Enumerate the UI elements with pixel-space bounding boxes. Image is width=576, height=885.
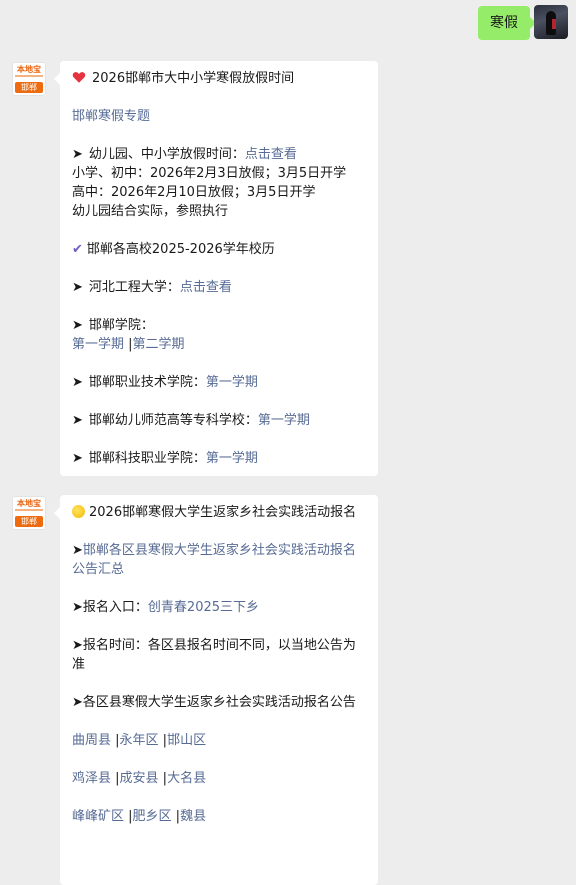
county-link[interactable]: 曲周县 xyxy=(72,733,111,748)
arrow-icon: ➤ xyxy=(72,695,83,710)
tech-college-label: 邯郸科技职业学院： xyxy=(88,451,206,466)
announce-line: ➤各区县寒假大学生返家乡社会实践活动报名公告 xyxy=(72,693,368,712)
arrow-icon: ➤ xyxy=(72,280,83,295)
arrow-icon: ➤ xyxy=(72,375,83,390)
county-link[interactable]: 肥乡区 xyxy=(133,809,172,824)
bot-avatar-brand: 本地宝 xyxy=(17,65,41,74)
bot-avatar-divider xyxy=(15,75,43,77)
county-link[interactable]: 鸡泽县 xyxy=(72,771,111,786)
separator: | xyxy=(124,337,133,352)
card1-title: 2026邯郸市大中小学寒假放假时间 xyxy=(92,71,295,86)
bot-avatar-divider xyxy=(15,509,43,511)
self-message-text: 寒假 xyxy=(490,15,518,31)
arrow-icon: ➤ xyxy=(72,147,83,162)
entry-line: ➤报名入口：创青春2025三下乡 xyxy=(72,598,368,617)
county-row-3: 峰峰矿区 |肥乡区 |魏县 xyxy=(72,807,368,826)
user-avatar[interactable] xyxy=(534,5,568,39)
arrow-icon: ➤ xyxy=(72,318,83,333)
primary-school-line: 小学、初中：2026年2月3日放假；3月5日开学 xyxy=(72,166,347,181)
separator: | xyxy=(158,771,168,786)
hebei-view-link[interactable]: 点击查看 xyxy=(180,280,232,295)
county-link[interactable]: 成安县 xyxy=(120,771,159,786)
entry-label: 报名入口： xyxy=(82,600,148,615)
announce-text: 各区县寒假大学生返家乡社会实践活动报名公告 xyxy=(82,695,356,710)
county-link[interactable]: 魏县 xyxy=(180,809,206,824)
kinder-label: 幼儿园、中小学放假时间： xyxy=(88,147,245,162)
hebei-label: 河北工程大学： xyxy=(88,280,180,295)
card2-title-line: 2026邯郸寒假大学生返家乡社会实践活动报名 xyxy=(72,503,368,522)
vocational-label: 邯郸职业技术学院： xyxy=(88,375,206,390)
tech-college-term-link[interactable]: 第一学期 xyxy=(206,451,258,466)
normal-college-term-link[interactable]: 第一学期 xyxy=(258,413,310,428)
time-line: ➤报名时间：各区县报名时间不同，以当地公告为准 xyxy=(72,636,368,674)
sun-icon xyxy=(72,505,85,518)
message-card-holiday-schedule: 2026邯郸市大中小学寒假放假时间 邯郸寒假专题 ➤ 幼儿园、中小学放假时间：点击… xyxy=(54,61,378,476)
arrow-icon: ➤ xyxy=(72,638,83,653)
vocational-term-link[interactable]: 第一学期 xyxy=(206,375,258,390)
handan-college-label-line: ➤ 邯郸学院： xyxy=(72,316,368,335)
separator: | xyxy=(111,771,120,786)
separator: | xyxy=(158,733,168,748)
county-row-2: 鸡泽县 |成安县 |大名县 xyxy=(72,769,368,788)
county-link[interactable]: 永年区 xyxy=(120,733,159,748)
high-school-line: 高中：2026年2月10日放假；3月5日开学 xyxy=(72,185,316,200)
bot-avatar-city: 邯郸 xyxy=(15,516,43,527)
bot-avatar[interactable]: 本地宝 邯郸 xyxy=(12,62,46,96)
arrow-icon: ➤ xyxy=(72,413,83,428)
vocational-line: ➤ 邯郸职业技术学院：第一学期 xyxy=(72,373,368,392)
check-icon: ✔ xyxy=(72,242,83,257)
separator: | xyxy=(111,733,120,748)
summary-announcement-link[interactable]: 邯郸各区县寒假大学生返家乡社会实践活动报名公告汇总 xyxy=(72,543,356,577)
bot-avatar-brand: 本地宝 xyxy=(17,499,41,508)
kinder-view-link[interactable]: 点击查看 xyxy=(245,147,297,162)
separator: | xyxy=(124,809,133,824)
message-card-social-practice: 2026邯郸寒假大学生返家乡社会实践活动报名 ➤邯郸各区县寒假大学生返家乡社会实… xyxy=(54,495,378,885)
arrow-icon: ➤ xyxy=(72,543,83,558)
calendar-heading-line: ✔ 邯郸各高校2025-2026学年校历 xyxy=(72,240,368,259)
card1-title-line: 2026邯郸市大中小学寒假放假时间 xyxy=(72,69,368,88)
entry-link[interactable]: 创青春2025三下乡 xyxy=(148,600,259,615)
time-text: 报名时间：各区县报名时间不同，以当地公告为准 xyxy=(72,638,356,672)
holiday-topic-link[interactable]: 邯郸寒假专题 xyxy=(72,109,150,124)
county-row-1: 曲周县 |永年区 |邯山区 xyxy=(72,731,368,750)
handan-college-links: 第一学期 |第二学期 xyxy=(72,335,368,354)
county-link[interactable]: 峰峰矿区 xyxy=(72,809,124,824)
separator: | xyxy=(171,809,181,824)
normal-college-line: ➤ 邯郸幼儿师范高等专科学校：第一学期 xyxy=(72,411,368,430)
self-message-bubble[interactable]: 寒假 xyxy=(478,6,536,40)
bot-avatar-city: 邯郸 xyxy=(15,82,43,93)
summary-line: ➤邯郸各区县寒假大学生返家乡社会实践活动报名公告汇总 xyxy=(72,541,368,579)
avatar-accent xyxy=(552,19,556,29)
kinder-school-line: ➤ 幼儿园、中小学放假时间：点击查看 xyxy=(72,145,368,164)
handan-college-term1-link[interactable]: 第一学期 xyxy=(72,337,124,352)
calendar-heading: 邯郸各高校2025-2026学年校历 xyxy=(86,242,275,257)
arrow-icon: ➤ xyxy=(72,600,83,615)
county-link[interactable]: 邯山区 xyxy=(167,733,206,748)
hebei-line: ➤ 河北工程大学：点击查看 xyxy=(72,278,368,297)
handan-college-term2-link[interactable]: 第二学期 xyxy=(133,337,185,352)
card2-title: 2026邯郸寒假大学生返家乡社会实践活动报名 xyxy=(89,505,357,520)
handan-college-label: 邯郸学院： xyxy=(88,318,154,333)
normal-college-label: 邯郸幼儿师范高等专科学校： xyxy=(88,413,258,428)
county-link[interactable]: 大名县 xyxy=(167,771,206,786)
tech-college-line: ➤ 邯郸科技职业学院：第一学期 xyxy=(72,449,368,468)
kindergarten-line: 幼儿园结合实际，参照执行 xyxy=(72,204,229,219)
heart-icon xyxy=(72,72,86,83)
bot-avatar[interactable]: 本地宝 邯郸 xyxy=(12,496,46,530)
arrow-icon: ➤ xyxy=(72,451,83,466)
